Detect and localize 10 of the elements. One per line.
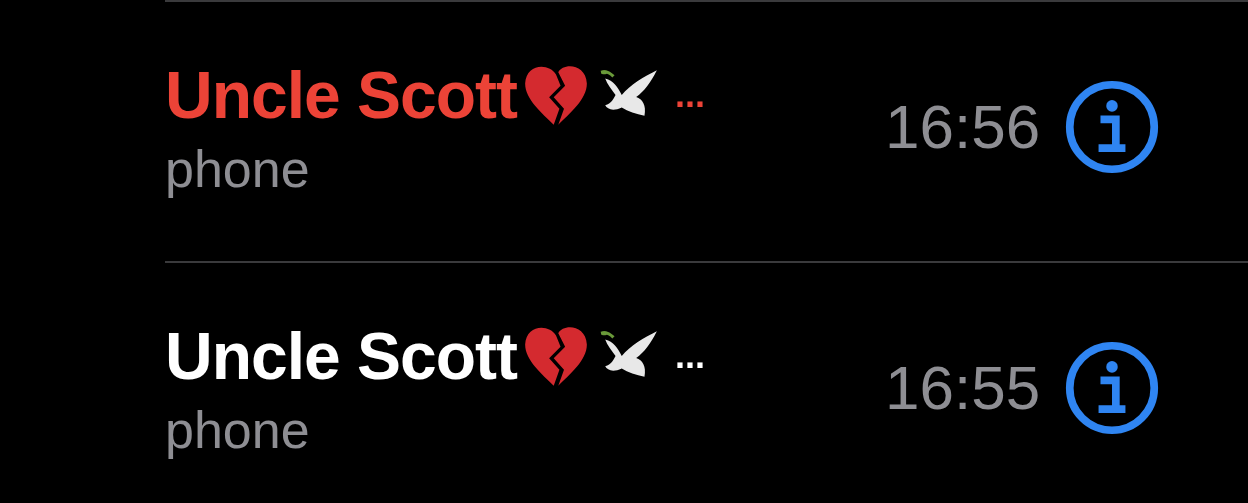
call-time: 16:55 — [885, 352, 1041, 423]
name-overflow: ... — [675, 73, 706, 116]
call-time: 16:56 — [885, 91, 1041, 162]
contact-name: Uncle Scott — [165, 317, 518, 394]
call-label: phone — [165, 399, 311, 460]
name-overflow: ... — [675, 334, 706, 377]
info-button[interactable] — [1064, 339, 1161, 436]
contact-name: Uncle Scott — [165, 56, 518, 133]
call-label: phone — [165, 138, 311, 199]
info-button[interactable] — [1064, 78, 1161, 175]
